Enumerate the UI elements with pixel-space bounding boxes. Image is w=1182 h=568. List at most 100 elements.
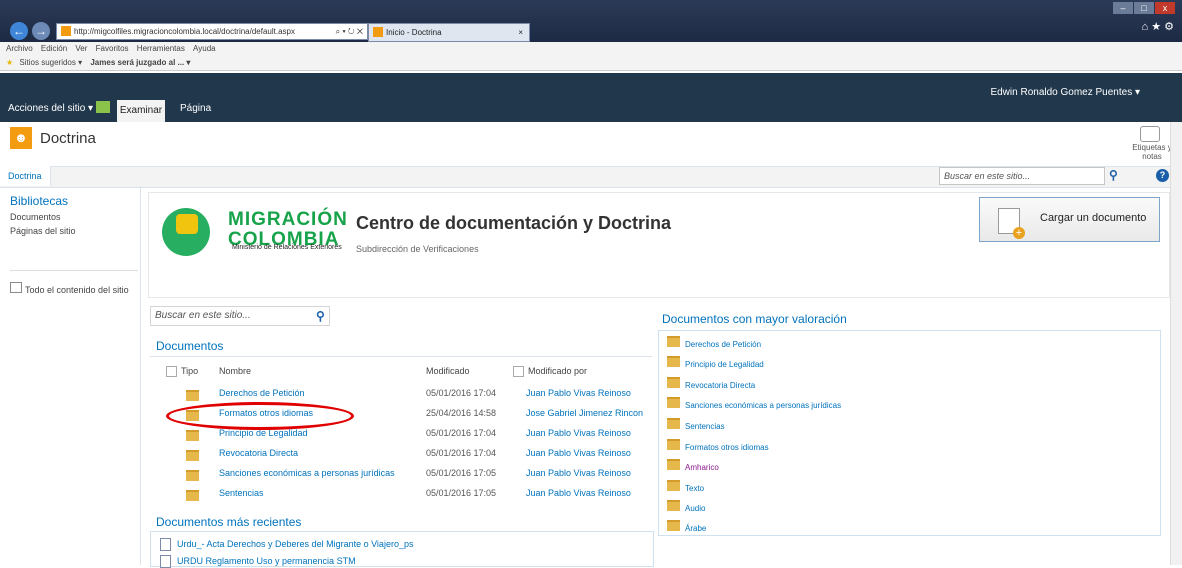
favorites-star-icon[interactable]: ★ (6, 58, 13, 67)
recent-heading[interactable]: Documentos más recientes (156, 515, 301, 529)
forward-button[interactable]: → (32, 22, 50, 40)
col-tipo[interactable]: Tipo (181, 366, 198, 376)
site-logo-icon: ☻ (10, 127, 32, 149)
fav-sitios-sugeridos[interactable]: Sitios sugeridos ▾ (19, 58, 82, 67)
col-modificado[interactable]: Modificado (426, 366, 470, 376)
address-controls: ⌕ ▾ ↻ ✕ (335, 27, 363, 36)
address-bar[interactable]: http://migcolfiles.migracioncolombia.loc… (56, 23, 368, 40)
fav-james[interactable]: James será juzgado al ... ▾ (90, 58, 190, 67)
back-button[interactable]: ← (10, 22, 28, 40)
menu-edicion[interactable]: Edición (41, 44, 67, 53)
page-scrollbar[interactable] (1170, 122, 1182, 565)
rated-item[interactable]: Audio (667, 500, 705, 513)
col-nombre[interactable]: Nombre (219, 366, 251, 376)
migracion-logo: MIGRACIÓN COLOMBIA Ministerio de Relacion… (162, 206, 352, 262)
menu-bar: Archivo Edición Ver Favoritos Herramient… (0, 42, 1182, 56)
page-title: Centro de documentación y Doctrina (356, 213, 672, 233)
user-menu[interactable]: Edwin Ronaldo Gomez Puentes ▾ (990, 87, 1140, 98)
documents-heading[interactable]: Documentos (156, 339, 223, 353)
select-all-checkbox[interactable] (166, 366, 177, 379)
globe-icon (162, 208, 210, 256)
nav-all-content[interactable]: Todo el contenido del sitio (10, 282, 135, 295)
nav-item-documentos[interactable]: Documentos (10, 212, 138, 222)
document-icon (160, 538, 171, 551)
top-search-placeholder: Buscar en este sitio... (944, 171, 1031, 181)
doc-modified: 05/01/2016 17:05 (426, 488, 497, 498)
documents-search-icon[interactable]: ⚲ (316, 309, 325, 323)
doc-name-link[interactable]: Revocatoria Directa (219, 448, 298, 458)
doc-modified: 05/01/2016 17:05 (426, 468, 497, 478)
recent-item[interactable]: Urdu_- Acta Derechos y Deberes del Migra… (160, 538, 413, 551)
documents-search-input[interactable]: Buscar en este sitio... (150, 306, 330, 326)
close-window-button[interactable]: x (1155, 2, 1175, 14)
tab-title: Inicio - Doctrina (386, 28, 442, 37)
left-border (140, 186, 141, 565)
document-icon (160, 555, 171, 568)
site-actions-menu[interactable]: Acciones del sitio ▾ (8, 103, 93, 114)
col-modificado-por[interactable]: Modificado por (513, 366, 587, 378)
doc-modified-by[interactable]: Juan Pablo Vivas Reinoso (526, 428, 631, 438)
minimize-button[interactable]: – (1113, 2, 1133, 14)
documents-search-placeholder: Buscar en este sitio... (155, 310, 251, 321)
rated-heading[interactable]: Documentos con mayor valoración (662, 312, 847, 326)
address-url: http://migcolfiles.migracioncolombia.loc… (74, 27, 295, 36)
doc-modified-by[interactable]: Juan Pablo Vivas Reinoso (526, 468, 631, 478)
maximize-button[interactable]: □ (1134, 2, 1154, 14)
rated-item[interactable]: Árabe (667, 520, 706, 533)
left-navigation: Bibliotecas Documentos Páginas del sitio (10, 194, 138, 236)
upload-document-button[interactable]: Cargar un documento (979, 197, 1160, 242)
edit-page-icon[interactable] (96, 101, 110, 113)
doc-modified-by[interactable]: Juan Pablo Vivas Reinoso (526, 448, 631, 458)
rated-item[interactable]: Sentencias (667, 418, 725, 431)
search-icon[interactable]: ⚲ (1109, 168, 1118, 182)
tab-favicon-icon (373, 27, 383, 37)
doc-modified-by[interactable]: Juan Pablo Vivas Reinoso (526, 388, 631, 398)
doc-modified-by[interactable]: Jose Gabriel Jimenez Rincon (526, 408, 643, 418)
upload-icon (998, 208, 1025, 239)
nav-heading-bibliotecas[interactable]: Bibliotecas (10, 194, 138, 208)
rated-item[interactable]: Amharico (667, 459, 719, 472)
doc-modified: 05/01/2016 17:04 (426, 428, 497, 438)
rated-item[interactable]: Derechos de Petición (667, 336, 761, 349)
home-favorites-settings-icons[interactable]: ⌂ ★ ⚙ (1142, 20, 1174, 33)
doc-modified-by[interactable]: Juan Pablo Vivas Reinoso (526, 488, 631, 498)
rated-item[interactable]: Revocatoria Directa (667, 377, 755, 390)
doc-name-link[interactable]: Sentencias (219, 488, 264, 498)
logo-tagline: Ministerio de Relaciones Exteriores (232, 244, 342, 251)
menu-ayuda[interactable]: Ayuda (193, 44, 216, 53)
folder-icon (186, 430, 199, 444)
tags-notes-label[interactable]: Etiquetas y notas (1132, 143, 1172, 161)
folder-icon (186, 490, 199, 504)
red-highlight-ellipse (166, 402, 354, 430)
tab-examinar[interactable]: Examinar (117, 100, 165, 122)
rated-item[interactable]: Texto (667, 480, 704, 493)
menu-herramientas[interactable]: Herramientas (137, 44, 185, 53)
window-controls: – □ x (1112, 2, 1178, 16)
doc-modified: 05/01/2016 17:04 (426, 448, 497, 458)
breadcrumb[interactable]: Doctrina (0, 166, 51, 186)
tab-pagina[interactable]: Página (180, 103, 211, 114)
tab-close-icon[interactable]: × (518, 24, 523, 41)
sharepoint-ribbon: Acciones del sitio ▾ Examinar Página Edw… (0, 73, 1182, 122)
site-header (0, 122, 1182, 166)
rated-item[interactable]: Formatos otros idiomas (667, 439, 769, 452)
menu-archivo[interactable]: Archivo (6, 44, 33, 53)
rated-item[interactable]: Sanciones económicas a personas jurídica… (667, 397, 841, 410)
site-title[interactable]: Doctrina (40, 130, 96, 147)
help-icon[interactable]: ? (1156, 169, 1169, 182)
top-search-input[interactable]: Buscar en este sitio... (939, 167, 1105, 185)
folder-icon (186, 450, 199, 464)
doc-name-link[interactable]: Sanciones económicas a personas jurídica… (219, 468, 395, 478)
tags-notes-icon[interactable] (1140, 126, 1160, 142)
recent-item[interactable]: URDU Reglamento Uso y permanencia STM (160, 555, 356, 568)
nav-item-paginas[interactable]: Páginas del sitio (10, 226, 138, 236)
folder-icon (186, 390, 199, 404)
documents-divider (150, 356, 652, 357)
rated-list: Derechos de Petición Principio de Legali… (658, 330, 1161, 536)
menu-favoritos[interactable]: Favoritos (96, 44, 129, 53)
menu-ver[interactable]: Ver (75, 44, 87, 53)
rated-item[interactable]: Principio de Legalidad (667, 356, 764, 369)
browser-tab[interactable]: Inicio - Doctrina × (368, 23, 530, 42)
doc-modified: 05/01/2016 17:04 (426, 388, 497, 398)
doc-name-link[interactable]: Derechos de Petición (219, 388, 305, 398)
